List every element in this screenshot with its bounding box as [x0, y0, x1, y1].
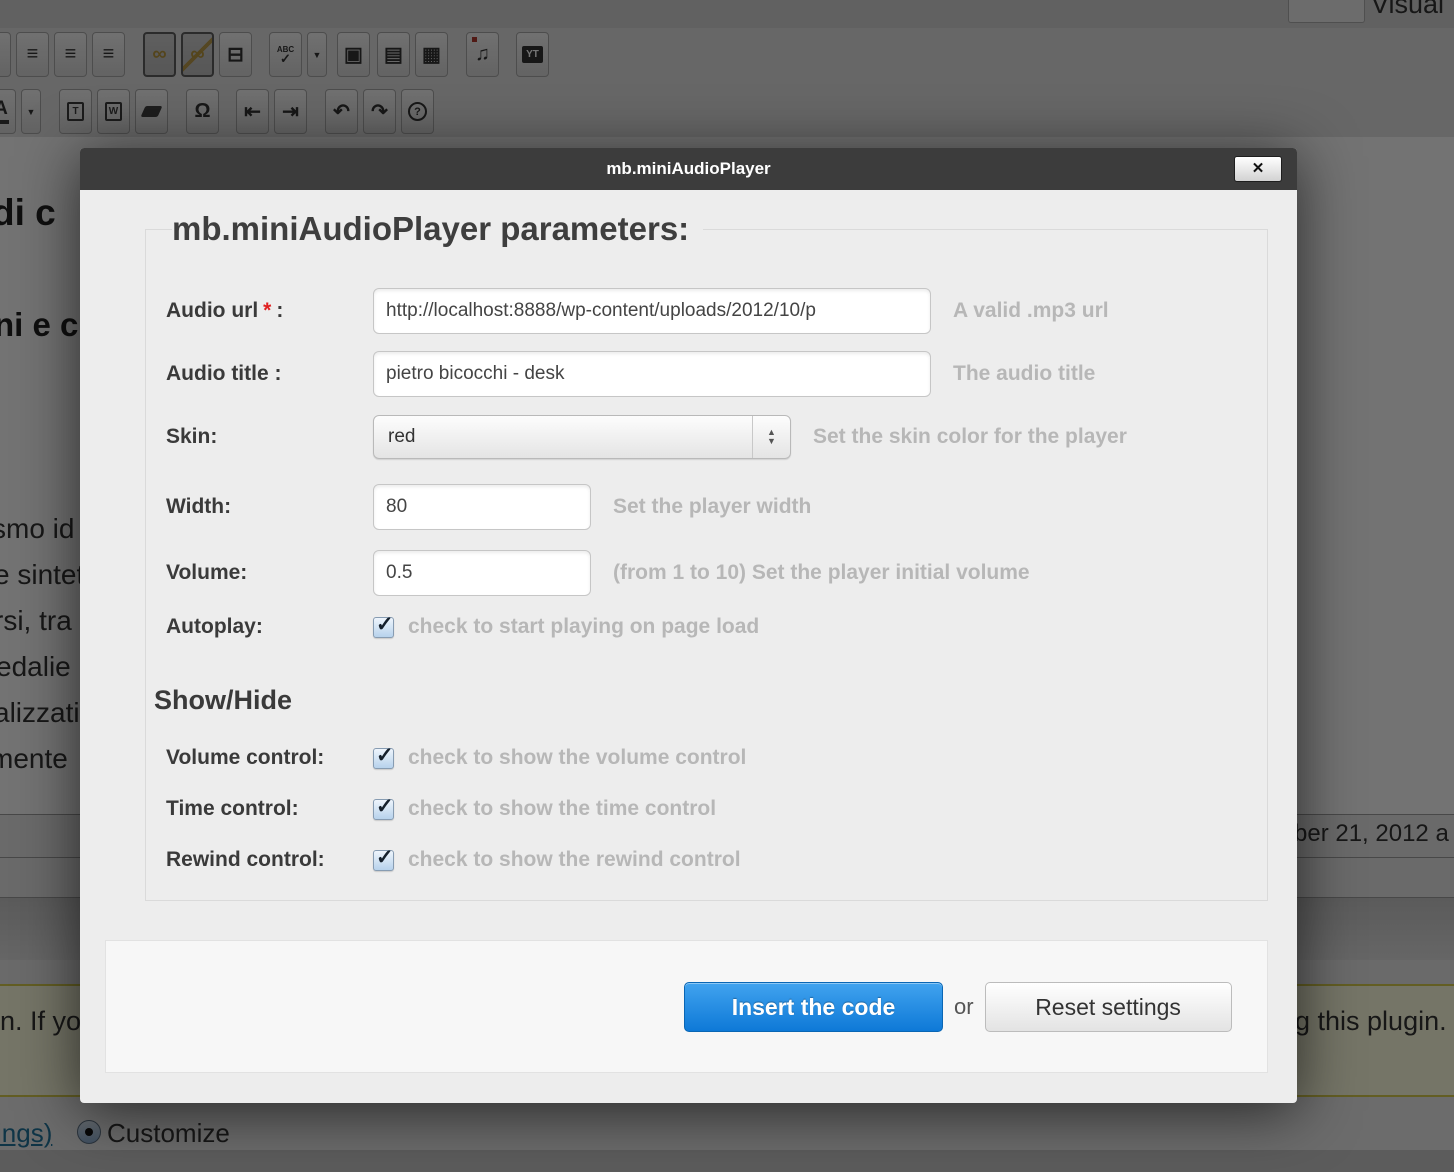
time-control-hint: check to show the time control	[408, 797, 716, 821]
autoplay-hint: check to start playing on page load	[408, 615, 759, 639]
screen: ≡ ≡ ≡ ≡ ∞ ∞ ⊟ ABC ✓ ▼ ▣ ▤ ▦ ♫ YT A ▼ T	[0, 0, 1454, 1172]
volume-control-checkbox[interactable]: ✓	[373, 748, 394, 769]
or-text: or	[954, 994, 974, 1020]
dialog-titlebar: mb.miniAudioPlayer ✕	[80, 148, 1297, 190]
field-row-skin: Skin: red ▲ ▼ Set the skin color for the…	[166, 414, 1267, 460]
audio-url-hint: A valid .mp3 url	[953, 299, 1109, 323]
audio-url-input[interactable]	[373, 288, 931, 334]
rewind-control-checkbox[interactable]: ✓	[373, 850, 394, 871]
field-row-volume: Volume: (from 1 to 10) Set the player in…	[166, 550, 1267, 596]
skin-label: Skin:	[166, 425, 373, 449]
dialog-footer: Insert the code or Reset settings	[105, 940, 1268, 1073]
volume-input[interactable]	[373, 550, 591, 596]
volume-hint: (from 1 to 10) Set the player initial vo…	[613, 561, 1030, 585]
autoplay-checkbox[interactable]: ✓	[373, 617, 394, 638]
check-icon: ✓	[376, 743, 394, 768]
audio-title-hint: The audio title	[953, 362, 1095, 386]
volume-label: Volume:	[166, 561, 373, 585]
mini-audio-player-dialog: mb.miniAudioPlayer ✕ mb.miniAudioPlayer …	[80, 148, 1297, 1103]
autoplay-label: Autoplay:	[166, 615, 373, 639]
field-row-volume-control: Volume control: ✓ check to show the volu…	[166, 744, 1267, 772]
parameters-fieldset: mb.miniAudioPlayer parameters: Audio url…	[145, 210, 1268, 901]
close-icon[interactable]: ✕	[1234, 156, 1282, 182]
width-input[interactable]	[373, 484, 591, 530]
time-control-label: Time control:	[166, 797, 373, 821]
audio-title-label: Audio title :	[166, 362, 373, 386]
volume-control-label: Volume control:	[166, 746, 373, 770]
volume-control-hint: check to show the volume control	[408, 746, 746, 770]
check-icon: ✓	[376, 612, 394, 637]
field-row-audio-url: Audio url*: A valid .mp3 url	[166, 288, 1267, 334]
dialog-title: mb.miniAudioPlayer	[606, 159, 770, 179]
audio-url-label: Audio url*:	[166, 299, 373, 323]
field-row-time-control: Time control: ✓ check to show the time c…	[166, 795, 1267, 823]
rewind-control-hint: check to show the rewind control	[408, 848, 741, 872]
width-label: Width:	[166, 495, 373, 519]
check-icon: ✓	[376, 794, 394, 819]
show-hide-heading: Show/Hide	[154, 685, 1267, 716]
field-row-audio-title: Audio title : The audio title	[166, 351, 1267, 397]
field-row-rewind-control: Rewind control: ✓ check to show the rewi…	[166, 846, 1267, 874]
field-row-autoplay: Autoplay: ✓ check to start playing on pa…	[166, 613, 1267, 641]
time-control-checkbox[interactable]: ✓	[373, 799, 394, 820]
dialog-buttons-row: Insert the code or Reset settings	[684, 982, 1232, 1032]
select-stepper-icon: ▲ ▼	[752, 416, 790, 458]
skin-hint: Set the skin color for the player	[813, 425, 1127, 449]
required-asterisk: *	[263, 299, 271, 322]
rewind-control-label: Rewind control:	[166, 848, 373, 872]
reset-settings-button[interactable]: Reset settings	[985, 982, 1232, 1032]
audio-title-input[interactable]	[373, 351, 931, 397]
skin-select[interactable]: red ▲ ▼	[373, 415, 791, 459]
field-row-width: Width: Set the player width	[166, 484, 1267, 530]
skin-select-value: red	[374, 426, 415, 448]
width-hint: Set the player width	[613, 495, 811, 519]
insert-code-button[interactable]: Insert the code	[684, 982, 943, 1032]
check-icon: ✓	[376, 845, 394, 870]
dialog-heading: mb.miniAudioPlayer parameters:	[172, 210, 703, 248]
